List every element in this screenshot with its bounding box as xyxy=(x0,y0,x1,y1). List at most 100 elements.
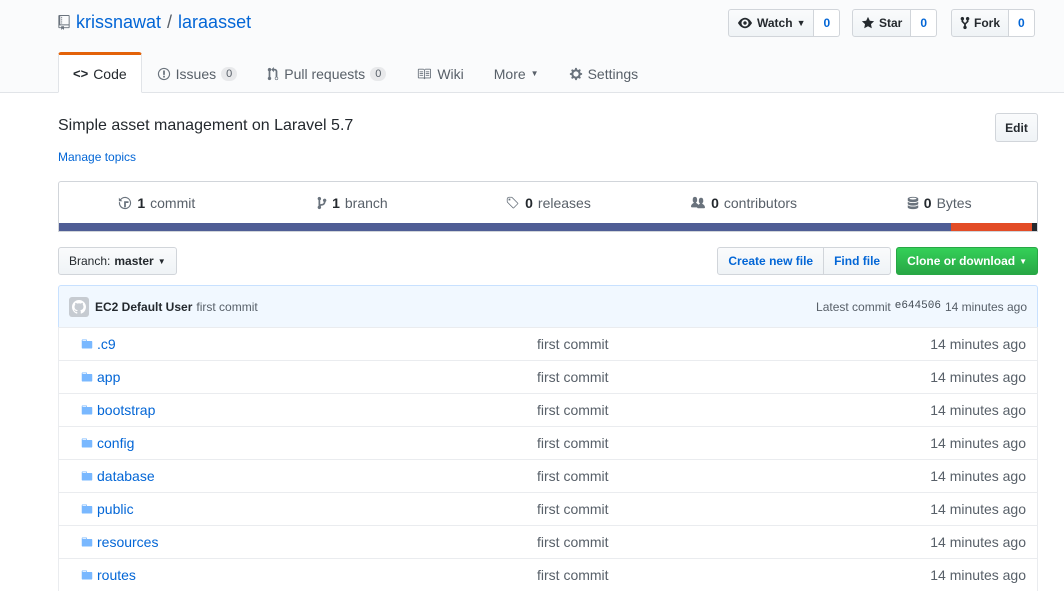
star-icon xyxy=(861,16,875,29)
branch-name: master xyxy=(114,254,154,268)
file-commit-message-link[interactable]: first commit xyxy=(537,435,930,451)
tab-settings[interactable]: Settings xyxy=(554,52,654,93)
gear-icon xyxy=(569,67,582,80)
tab-code-label: Code xyxy=(93,65,127,82)
latest-commit-bar: EC2 Default User first commit Latest com… xyxy=(58,285,1038,328)
file-name-link[interactable]: routes xyxy=(97,567,537,583)
create-new-file-button[interactable]: Create new file xyxy=(717,247,825,275)
tab-issues[interactable]: Issues 0 xyxy=(142,52,253,93)
repo-title: krissnawat / laraasset xyxy=(58,12,251,33)
edit-description-button[interactable]: Edit xyxy=(995,113,1038,142)
avatar[interactable] xyxy=(69,296,89,317)
latest-commit-info: Latest commit e644506 14 minutes ago xyxy=(816,300,1027,314)
file-name-link[interactable]: resources xyxy=(97,534,537,550)
tab-issues-label: Issues xyxy=(175,65,217,82)
tab-pull-requests-label: Pull requests xyxy=(284,65,366,82)
fork-button[interactable]: Fork xyxy=(951,9,1010,37)
language-segment[interactable] xyxy=(59,223,951,231)
caret-down-icon: ▼ xyxy=(530,69,539,78)
fork-count[interactable]: 0 xyxy=(1009,9,1035,37)
watch-count[interactable]: 0 xyxy=(814,9,841,37)
issue-icon xyxy=(157,67,170,80)
folder-icon xyxy=(67,437,97,449)
tab-more-label: More xyxy=(493,65,526,82)
folder-icon xyxy=(67,536,97,548)
file-commit-message-link[interactable]: first commit xyxy=(537,468,930,484)
contributors-label: contributors xyxy=(723,195,798,211)
file-row: routes first commit 14 minutes ago xyxy=(59,558,1037,591)
branches-label: branch xyxy=(344,195,388,211)
star-label: Star xyxy=(879,16,903,30)
code-icon: <> xyxy=(73,66,89,81)
commit-sha-link[interactable]: e644506 xyxy=(895,300,941,314)
file-commit-message-link[interactable]: first commit xyxy=(537,567,930,583)
folder-icon xyxy=(67,569,97,581)
size-label: Bytes xyxy=(936,195,972,211)
repo-size[interactable]: 0 Bytes xyxy=(841,195,1037,211)
fork-label: Fork xyxy=(974,16,1001,30)
commit-message-link[interactable]: first commit xyxy=(196,300,257,314)
file-name-link[interactable]: bootstrap xyxy=(97,402,537,418)
tab-wiki-label: Wiki xyxy=(437,65,464,82)
pulls-counter: 0 xyxy=(370,66,387,81)
contributors-count: 0 xyxy=(711,195,719,211)
file-commit-message-link[interactable]: first commit xyxy=(537,534,930,550)
file-row: public first commit 14 minutes ago xyxy=(59,492,1037,525)
people-icon xyxy=(691,196,706,209)
tab-wiki[interactable]: Wiki xyxy=(401,52,478,93)
fork-group: Fork 0 xyxy=(951,9,1035,37)
repo-summary: 1 commit 1 branch 0 releases 0 contribut… xyxy=(58,181,1038,232)
watch-group: Watch ▼ 0 xyxy=(728,9,841,37)
contributors-link[interactable]: 0 contributors xyxy=(646,195,842,211)
history-icon xyxy=(119,196,132,210)
book-icon xyxy=(418,68,432,79)
releases-link[interactable]: 0 releases xyxy=(450,195,646,211)
fork-icon xyxy=(960,16,970,30)
repo-owner-link[interactable]: krissnawat xyxy=(76,12,161,33)
file-name-link[interactable]: .c9 xyxy=(97,336,537,352)
tab-more[interactable]: More ▼ xyxy=(479,52,554,93)
repo-name-link[interactable]: laraasset xyxy=(178,12,251,33)
file-commit-age: 14 minutes ago xyxy=(930,336,1026,352)
branches-link[interactable]: 1 branch xyxy=(255,195,451,211)
tab-code[interactable]: <> Code xyxy=(58,52,142,93)
star-count[interactable]: 0 xyxy=(911,9,938,37)
tag-icon xyxy=(506,196,519,209)
file-commit-age: 14 minutes ago xyxy=(930,468,1026,484)
repo-icon xyxy=(58,15,70,30)
file-commit-age: 14 minutes ago xyxy=(930,402,1026,418)
branch-prefix: Branch: xyxy=(69,254,111,268)
file-navigation: Branch: master ▼ Create new file Find fi… xyxy=(58,247,1038,275)
file-name-link[interactable]: database xyxy=(97,468,537,484)
file-name-link[interactable]: app xyxy=(97,369,537,385)
file-commit-message-link[interactable]: first commit xyxy=(537,369,930,385)
repo-nav: <> Code Issues 0 Pull requests 0 Wiki Mo… xyxy=(58,52,653,93)
caret-down-icon: ▼ xyxy=(157,256,166,266)
language-segment[interactable] xyxy=(1032,223,1037,231)
find-file-button[interactable]: Find file xyxy=(824,247,892,275)
branch-icon xyxy=(317,196,327,210)
file-commit-age: 14 minutes ago xyxy=(930,567,1026,583)
issues-counter: 0 xyxy=(221,66,238,81)
commit-author-link[interactable]: EC2 Default User xyxy=(95,300,192,314)
watch-button[interactable]: Watch ▼ xyxy=(728,9,815,37)
file-commit-message-link[interactable]: first commit xyxy=(537,336,930,352)
star-button[interactable]: Star xyxy=(852,9,912,37)
file-commit-message-link[interactable]: first commit xyxy=(537,402,930,418)
language-bar[interactable] xyxy=(59,223,1037,231)
clone-or-download-button[interactable]: Clone or download ▼ xyxy=(896,247,1038,275)
size-value: 0 xyxy=(923,195,932,211)
file-commit-message-link[interactable]: first commit xyxy=(537,501,930,517)
file-row: resources first commit 14 minutes ago xyxy=(59,525,1037,558)
folder-icon xyxy=(67,404,97,416)
commits-link[interactable]: 1 commit xyxy=(59,195,255,211)
branch-select-button[interactable]: Branch: master ▼ xyxy=(58,247,177,275)
branches-count: 1 xyxy=(332,195,340,211)
file-name-link[interactable]: public xyxy=(97,501,537,517)
language-segment[interactable] xyxy=(950,223,1033,231)
file-name-link[interactable]: config xyxy=(97,435,537,451)
tab-settings-label: Settings xyxy=(587,65,639,82)
file-commit-age: 14 minutes ago xyxy=(930,534,1026,550)
manage-topics-link[interactable]: Manage topics xyxy=(58,150,1038,164)
tab-pull-requests[interactable]: Pull requests 0 xyxy=(252,52,401,93)
